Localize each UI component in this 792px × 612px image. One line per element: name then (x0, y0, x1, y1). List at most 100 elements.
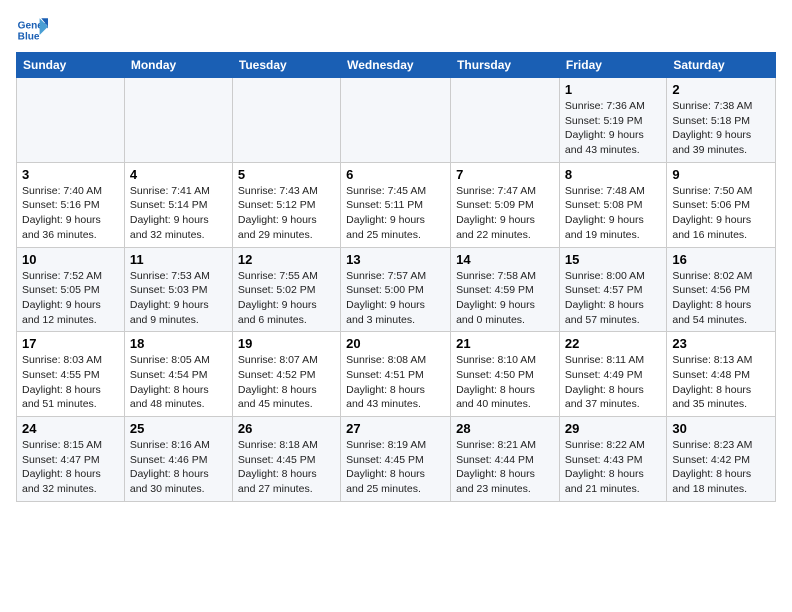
day-number: 27 (346, 421, 445, 436)
calendar-cell: 16Sunrise: 8:02 AM Sunset: 4:56 PM Dayli… (667, 247, 776, 332)
day-number: 19 (238, 336, 335, 351)
day-number: 13 (346, 252, 445, 267)
calendar-cell (124, 78, 232, 163)
day-info: Sunrise: 8:03 AM Sunset: 4:55 PM Dayligh… (22, 353, 119, 412)
day-number: 3 (22, 167, 119, 182)
day-info: Sunrise: 7:43 AM Sunset: 5:12 PM Dayligh… (238, 184, 335, 243)
day-info: Sunrise: 8:05 AM Sunset: 4:54 PM Dayligh… (130, 353, 227, 412)
calendar-cell: 24 Sunrise: 8:15 AM Sunset: 4:47 PM Dayli… (17, 417, 125, 502)
day-number: 23 (672, 336, 770, 351)
day-info: Sunrise: 8:22 AM Sunset: 4:43 PM Dayligh… (565, 438, 661, 497)
calendar-cell: 3 Sunrise: 7:40 AM Sunset: 5:16 PM Daylig… (17, 162, 125, 247)
day-number: 9 (672, 167, 770, 182)
day-number: 1 (565, 82, 661, 97)
calendar-cell: 21 Sunrise: 8:10 AM Sunset: 4:50 PM Dayli… (451, 332, 560, 417)
day-info: Sunrise: 8:18 AM Sunset: 4:45 PM Dayligh… (238, 438, 335, 497)
calendar-cell: 28Sunrise: 8:21 AM Sunset: 4:44 PM Dayli… (451, 417, 560, 502)
day-number: 5 (238, 167, 335, 182)
day-number: 30 (672, 421, 770, 436)
day-info: Sunrise: 7:58 AM Sunset: 4:59 PM Dayligh… (456, 269, 554, 328)
day-info: Sunrise: 7:41 AM Sunset: 5:14 PM Dayligh… (130, 184, 227, 243)
calendar-cell (341, 78, 451, 163)
calendar-cell: 10 Sunrise: 7:52 AM Sunset: 5:05 PM Dayli… (17, 247, 125, 332)
day-info: Sunrise: 8:10 AM Sunset: 4:50 PM Dayligh… (456, 353, 554, 412)
day-info: Sunrise: 8:19 AM Sunset: 4:45 PM Dayligh… (346, 438, 445, 497)
calendar-cell: 11Sunrise: 7:53 AM Sunset: 5:03 PM Dayli… (124, 247, 232, 332)
col-header-monday: Monday (124, 53, 232, 78)
svg-text:Blue: Blue (18, 31, 40, 42)
day-info: Sunrise: 7:57 AM Sunset: 5:00 PM Dayligh… (346, 269, 445, 328)
calendar-cell: 30 Sunrise: 8:23 AM Sunset: 4:42 PM Dayli… (667, 417, 776, 502)
day-number: 16 (672, 252, 770, 267)
day-info: Sunrise: 8:08 AM Sunset: 4:51 PM Dayligh… (346, 353, 445, 412)
day-number: 15 (565, 252, 661, 267)
day-number: 29 (565, 421, 661, 436)
calendar-cell (17, 78, 125, 163)
calendar-cell: 5 Sunrise: 7:43 AM Sunset: 5:12 PM Daylig… (232, 162, 340, 247)
calendar-cell: 6 Sunrise: 7:45 AM Sunset: 5:11 PM Daylig… (341, 162, 451, 247)
day-info: Sunrise: 7:53 AM Sunset: 5:03 PM Dayligh… (130, 269, 227, 328)
day-info: Sunrise: 7:45 AM Sunset: 5:11 PM Dayligh… (346, 184, 445, 243)
calendar-cell: 27 Sunrise: 8:19 AM Sunset: 4:45 PM Dayli… (341, 417, 451, 502)
calendar-cell: 12Sunrise: 7:55 AM Sunset: 5:02 PM Dayli… (232, 247, 340, 332)
calendar-cell: 13 Sunrise: 7:57 AM Sunset: 5:00 PM Dayli… (341, 247, 451, 332)
day-number: 7 (456, 167, 554, 182)
day-number: 14 (456, 252, 554, 267)
calendar-cell: 14 Sunrise: 7:58 AM Sunset: 4:59 PM Dayli… (451, 247, 560, 332)
calendar-cell: 2 Sunrise: 7:38 AM Sunset: 5:18 PM Daylig… (667, 78, 776, 163)
calendar-cell: 17 Sunrise: 8:03 AM Sunset: 4:55 PM Dayli… (17, 332, 125, 417)
day-number: 25 (130, 421, 227, 436)
day-number: 10 (22, 252, 119, 267)
col-header-wednesday: Wednesday (341, 53, 451, 78)
day-number: 20 (346, 336, 445, 351)
calendar-cell: 29 Sunrise: 8:22 AM Sunset: 4:43 PM Dayli… (559, 417, 666, 502)
day-info: Sunrise: 7:47 AM Sunset: 5:09 PM Dayligh… (456, 184, 554, 243)
calendar-cell: 25 Sunrise: 8:16 AM Sunset: 4:46 PM Dayli… (124, 417, 232, 502)
day-info: Sunrise: 8:23 AM Sunset: 4:42 PM Dayligh… (672, 438, 770, 497)
calendar-cell: 20 Sunrise: 8:08 AM Sunset: 4:51 PM Dayli… (341, 332, 451, 417)
page-header: General Blue (16, 16, 776, 44)
day-number: 18 (130, 336, 227, 351)
day-number: 26 (238, 421, 335, 436)
calendar-cell: 23 Sunrise: 8:13 AM Sunset: 4:48 PM Dayli… (667, 332, 776, 417)
day-number: 2 (672, 82, 770, 97)
calendar-table: SundayMondayTuesdayWednesdayThursdayFrid… (16, 52, 776, 502)
calendar-cell: 15 Sunrise: 8:00 AM Sunset: 4:57 PM Dayli… (559, 247, 666, 332)
col-header-saturday: Saturday (667, 53, 776, 78)
col-header-friday: Friday (559, 53, 666, 78)
calendar-cell: 22 Sunrise: 8:11 AM Sunset: 4:49 PM Dayli… (559, 332, 666, 417)
col-header-tuesday: Tuesday (232, 53, 340, 78)
day-number: 22 (565, 336, 661, 351)
col-header-thursday: Thursday (451, 53, 560, 78)
calendar-cell (232, 78, 340, 163)
calendar-cell: 1 Sunrise: 7:36 AM Sunset: 5:19 PM Daylig… (559, 78, 666, 163)
day-number: 8 (565, 167, 661, 182)
day-info: Sunrise: 7:40 AM Sunset: 5:16 PM Dayligh… (22, 184, 119, 243)
day-number: 21 (456, 336, 554, 351)
calendar-cell: 8 Sunrise: 7:48 AM Sunset: 5:08 PM Daylig… (559, 162, 666, 247)
logo-icon: General Blue (16, 16, 48, 44)
day-info: Sunrise: 8:21 AM Sunset: 4:44 PM Dayligh… (456, 438, 554, 497)
day-number: 24 (22, 421, 119, 436)
day-info: Sunrise: 8:15 AM Sunset: 4:47 PM Dayligh… (22, 438, 119, 497)
day-info: Sunrise: 7:36 AM Sunset: 5:19 PM Dayligh… (565, 99, 661, 158)
day-info: Sunrise: 7:48 AM Sunset: 5:08 PM Dayligh… (565, 184, 661, 243)
day-info: Sunrise: 7:50 AM Sunset: 5:06 PM Dayligh… (672, 184, 770, 243)
col-header-sunday: Sunday (17, 53, 125, 78)
calendar-cell: 26 Sunrise: 8:18 AM Sunset: 4:45 PM Dayli… (232, 417, 340, 502)
calendar-cell (451, 78, 560, 163)
calendar-cell: 19 Sunrise: 8:07 AM Sunset: 4:52 PM Dayli… (232, 332, 340, 417)
logo: General Blue (16, 16, 48, 44)
day-info: Sunrise: 7:52 AM Sunset: 5:05 PM Dayligh… (22, 269, 119, 328)
day-number: 17 (22, 336, 119, 351)
day-number: 4 (130, 167, 227, 182)
day-info: Sunrise: 8:00 AM Sunset: 4:57 PM Dayligh… (565, 269, 661, 328)
calendar-cell: 4 Sunrise: 7:41 AM Sunset: 5:14 PM Daylig… (124, 162, 232, 247)
day-info: Sunrise: 8:13 AM Sunset: 4:48 PM Dayligh… (672, 353, 770, 412)
day-info: Sunrise: 8:11 AM Sunset: 4:49 PM Dayligh… (565, 353, 661, 412)
calendar-cell: 18 Sunrise: 8:05 AM Sunset: 4:54 PM Dayli… (124, 332, 232, 417)
day-info: Sunrise: 8:07 AM Sunset: 4:52 PM Dayligh… (238, 353, 335, 412)
day-info: Sunrise: 7:38 AM Sunset: 5:18 PM Dayligh… (672, 99, 770, 158)
day-info: Sunrise: 8:16 AM Sunset: 4:46 PM Dayligh… (130, 438, 227, 497)
day-number: 6 (346, 167, 445, 182)
